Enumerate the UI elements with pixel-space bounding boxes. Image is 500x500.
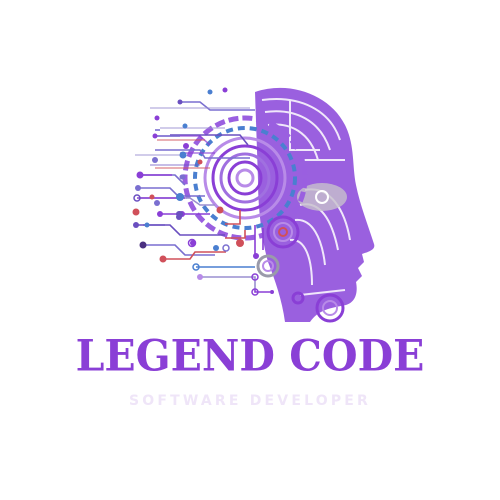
logo-subtitle: SOFTWARE DEVELOPER bbox=[128, 393, 372, 409]
circuit-ai-head-icon bbox=[132, 87, 375, 323]
logo-canvas: LEGEND CODE SOFTWARE DEVELOPER bbox=[0, 0, 500, 500]
logo-title: LEGEND CODE bbox=[75, 330, 425, 382]
